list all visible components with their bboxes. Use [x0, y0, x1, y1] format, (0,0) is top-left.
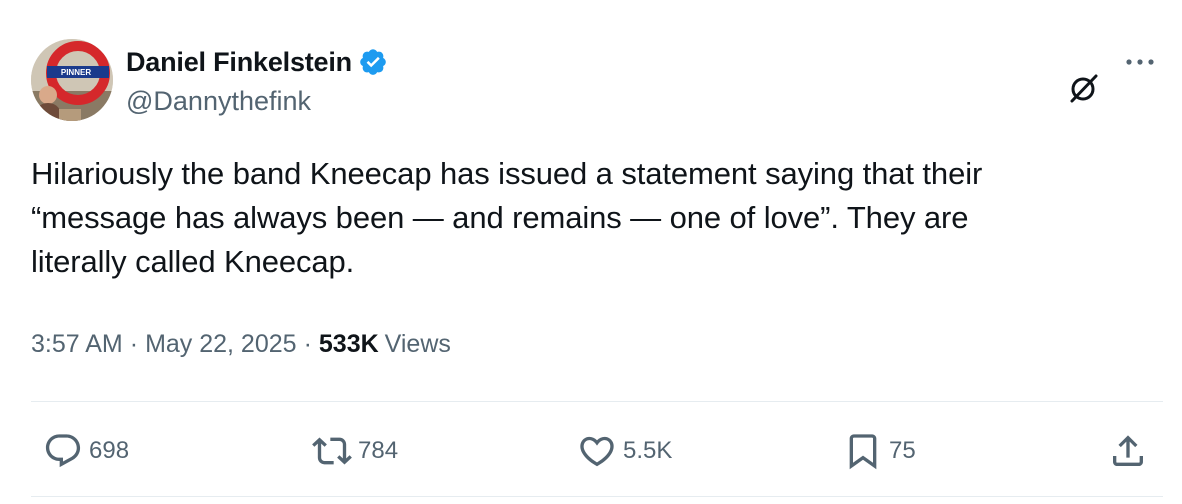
grok-icon — [1070, 74, 1098, 103]
reply-button[interactable]: 698 — [43, 423, 129, 479]
avatar-image: PINNER — [31, 39, 113, 121]
reply-icon — [45, 434, 81, 468]
tweet-text: Hilariously the band Kneecap has issued … — [31, 152, 1151, 284]
share-icon — [1113, 435, 1143, 466]
tweet-text-line: Hilariously the band Kneecap has issued … — [31, 156, 983, 191]
repost-button[interactable]: 784 — [312, 423, 398, 479]
bookmark-button[interactable]: 75 — [843, 423, 916, 479]
divider — [31, 496, 1163, 497]
views-count[interactable]: 533K — [319, 330, 379, 359]
share-button[interactable] — [1108, 423, 1148, 479]
author-name-row: Daniel Finkelstein — [126, 44, 388, 80]
repost-icon — [312, 437, 352, 465]
heart-icon — [580, 436, 614, 467]
like-button[interactable]: 5.5K — [577, 423, 672, 479]
tweet-date[interactable]: May 22, 2025 — [145, 330, 297, 359]
tweet-meta: 3:57 AM · May 22, 2025 · 533K Views — [31, 330, 451, 359]
more-dots-icon — [1126, 59, 1154, 65]
more-options-button[interactable] — [1120, 44, 1160, 80]
like-count: 5.5K — [623, 437, 673, 464]
bookmark-icon — [849, 434, 877, 470]
display-name[interactable]: Daniel Finkelstein — [126, 47, 352, 78]
meta-separator: · — [129, 330, 139, 358]
divider — [31, 401, 1163, 402]
avatar-sign-text: PINNER — [61, 68, 91, 77]
avatar[interactable]: PINNER — [31, 39, 113, 121]
tweet-text-line: “message has always been — and remains —… — [31, 200, 969, 235]
verified-badge-icon[interactable] — [358, 47, 388, 77]
bookmark-count: 75 — [889, 437, 916, 464]
views-label[interactable]: Views — [385, 330, 451, 359]
meta-separator: · — [303, 330, 312, 358]
author-handle[interactable]: @Dannythefink — [126, 86, 311, 117]
tweet-text-line: literally called Kneecap. — [31, 244, 355, 279]
reply-count: 698 — [89, 437, 130, 464]
tweet-time[interactable]: 3:57 AM — [31, 330, 123, 359]
repost-count: 784 — [358, 437, 399, 464]
grok-button[interactable] — [1066, 70, 1102, 106]
tweet-card: PINNER Daniel Finkelstein @Dannythefink — [0, 0, 1182, 504]
action-bar: 698 784 5.5K 75 — [0, 423, 1182, 479]
